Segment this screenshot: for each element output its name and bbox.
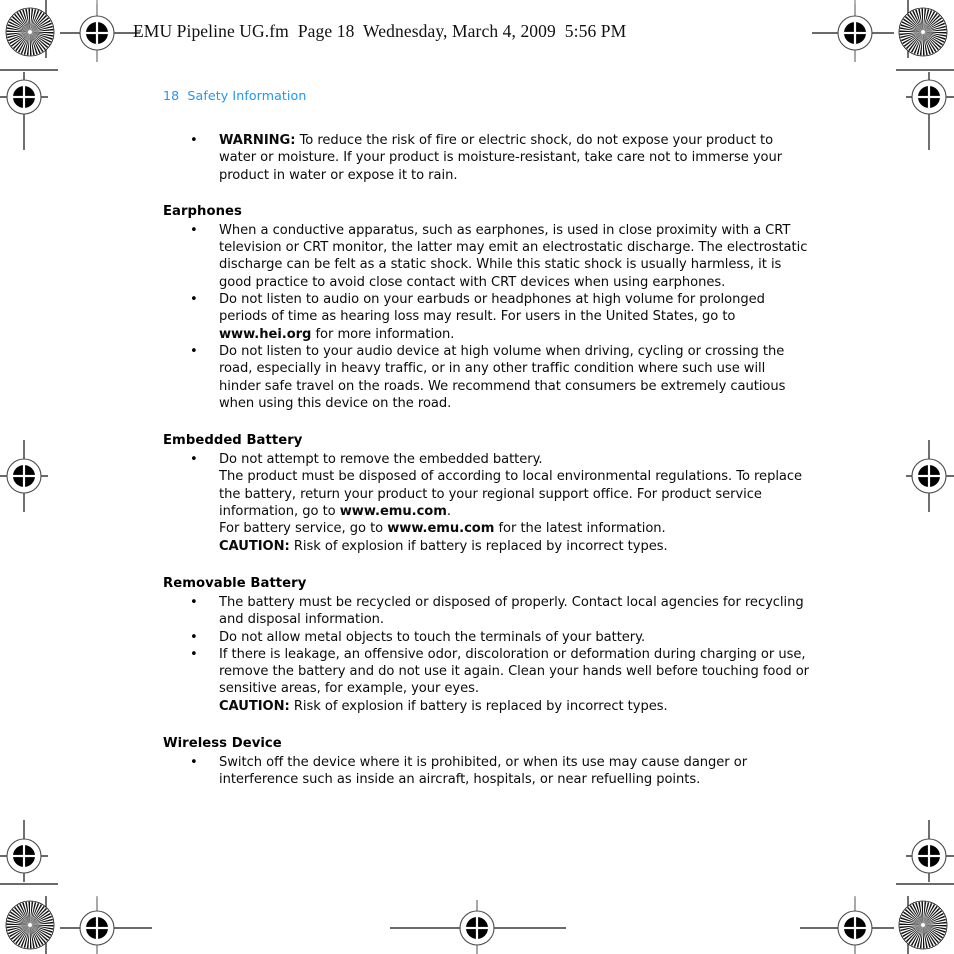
framemaker-print-header: EMU Pipeline UG.fm Page 18 Wednesday, Ma… [133, 21, 627, 41]
bullet-glyph-icon: • [190, 292, 198, 308]
bullet-text: Do not listen to audio on your earbuds o… [219, 291, 811, 343]
bullet-text: The battery must be recycled or disposed… [219, 594, 811, 629]
emphasis-text: www.hei.org [219, 326, 312, 342]
section: Removable Battery • The battery must be re… [163, 576, 811, 715]
plain-text: Risk of explosion if battery is replaced… [289, 698, 668, 714]
bullet-glyph-icon: • [190, 629, 198, 645]
registration-target-left-middle [6, 458, 42, 494]
bullet-glyph-icon: • [190, 452, 198, 468]
registration-target-left-lower [6, 838, 42, 874]
plain-text: The battery must be recycled or disposed… [219, 594, 804, 628]
plain-text: If there is leakage, an offensive odor, … [219, 646, 810, 697]
list-item: • If there is leakage, an offensive odor,… [163, 646, 811, 715]
bullet-list: • When a conductive apparatus, such as ea… [163, 222, 811, 412]
list-item: • Switch off the device where it is prohi… [163, 754, 811, 789]
plain-text: Risk of explosion if battery is replaced… [289, 538, 668, 554]
warning-body: To reduce the risk of fire or electric s… [219, 133, 783, 183]
registration-target-right-lower [911, 838, 947, 874]
plain-text: . [446, 504, 451, 520]
rosette-target-top-left [5, 7, 55, 57]
bullet-text: If there is leakage, an offensive odor, … [219, 646, 811, 715]
bullet-glyph-icon: • [190, 133, 198, 148]
registration-target-top-right [837, 15, 873, 51]
registration-target-right-upper [911, 79, 947, 115]
section-heading: Earphones [163, 203, 242, 219]
section-heading: Wireless Device [163, 736, 282, 752]
registration-target-bottom-right [837, 910, 873, 946]
list-item: • Do not allow metal objects to touch the… [163, 629, 811, 646]
emphasis-text: www.emu.com [387, 521, 495, 537]
bullet-glyph-icon: • [190, 755, 198, 771]
bullet-text: Do not listen to your audio device at hi… [219, 343, 811, 412]
warning-block: • WARNING: To reduce the risk of fire or… [163, 132, 811, 184]
bullet-list: • The battery must be recycled or dispose… [163, 594, 811, 715]
bullet-glyph-icon: • [190, 646, 198, 662]
list-item: • When a conductive apparatus, such as ea… [163, 222, 811, 291]
list-item: • The battery must be recycled or dispose… [163, 594, 811, 629]
list-item: • Do not listen to your audio device at h… [163, 343, 811, 412]
bullet-list: • Switch off the device where it is prohi… [163, 754, 811, 789]
bullet-text: Switch off the device where it is prohib… [219, 754, 811, 789]
rosette-target-bottom-right [898, 900, 948, 950]
plain-text: Do not listen to your audio device at hi… [219, 343, 786, 411]
warning-bullet-text: WARNING: To reduce the risk of fire or e… [219, 132, 811, 184]
registration-target-right-middle [911, 458, 947, 494]
section-heading: Embedded Battery [163, 433, 303, 449]
plain-text: Do not attempt to remove the embedded ba… [219, 452, 543, 468]
plain-text: Do not allow metal objects to touch the … [219, 629, 646, 645]
emphasis-text: CAUTION: [219, 698, 290, 714]
emphasis-text: www.emu.com [339, 504, 447, 520]
plain-text: for more information. [311, 326, 455, 342]
section: Earphones • When a conductive apparatus, s… [163, 204, 811, 412]
plain-text: When a conductive apparatus, such as ear… [219, 222, 808, 290]
list-item: • Do not attempt to remove the embedded b… [163, 451, 811, 555]
bullet-glyph-icon: • [190, 594, 198, 610]
plain-text: The product must be disposed of accordin… [219, 469, 803, 520]
registration-target-bottom-center [459, 910, 495, 946]
registration-target-bottom-left [79, 910, 115, 946]
list-item: • WARNING: To reduce the risk of fire or… [163, 132, 811, 184]
plain-text: For battery service, go to [219, 521, 388, 537]
section-heading: Removable Battery [163, 575, 307, 591]
bullet-text: Do not attempt to remove the embedded ba… [219, 451, 811, 555]
rosette-target-bottom-left [5, 900, 55, 950]
warning-label: WARNING: [219, 133, 296, 148]
bullet-glyph-icon: • [190, 222, 198, 238]
warning-bullet-list: • WARNING: To reduce the risk of fire or… [163, 132, 811, 184]
bullet-text: When a conductive apparatus, such as ear… [219, 222, 811, 291]
bullet-glyph-icon: • [190, 343, 198, 359]
registration-target-top-left [79, 15, 115, 51]
rosette-target-top-right [898, 7, 948, 57]
emphasis-text: CAUTION: [219, 538, 290, 554]
list-item: • Do not listen to audio on your earbuds … [163, 291, 811, 343]
running-head: 18 Safety Information [163, 88, 307, 103]
plain-text: for the latest information. [494, 521, 666, 537]
section: Embedded Battery • Do not attempt to remov… [163, 433, 811, 555]
plain-text: Do not listen to audio on your earbuds o… [219, 292, 765, 325]
bullet-text: Do not allow metal objects to touch the … [219, 629, 811, 646]
bullet-list: • Do not attempt to remove the embedded b… [163, 451, 811, 555]
section: Wireless Device • Switch off the device wh… [163, 736, 811, 789]
document-body: 18 Safety Information • WARNING: To redu… [163, 88, 811, 789]
page-canvas: EMU Pipeline UG.fm Page 18 Wednesday, Ma… [0, 0, 954, 954]
registration-target-left-upper [6, 79, 42, 115]
sections-container: Earphones • When a conductive apparatus, s… [163, 204, 811, 789]
plain-text: Switch off the device where it is prohib… [219, 755, 748, 788]
